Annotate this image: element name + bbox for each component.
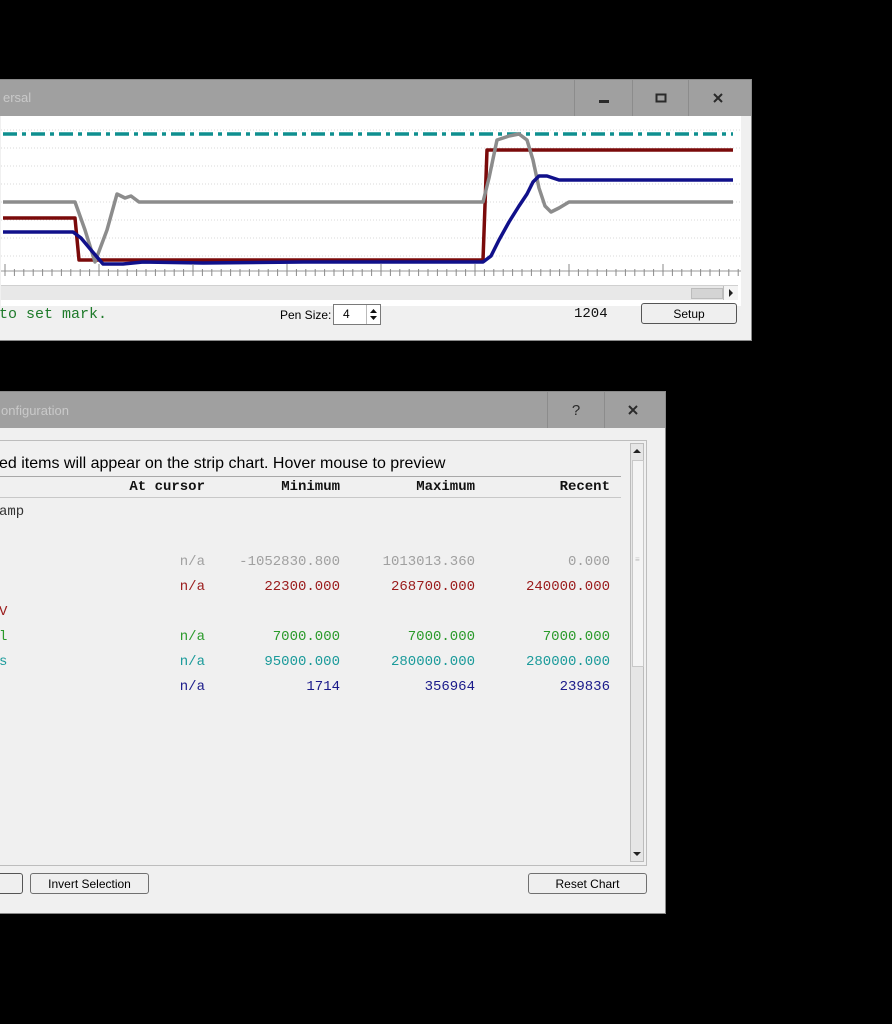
- row-value: n/a: [179, 654, 205, 670]
- column-header-maximum[interactable]: Maximum: [354, 479, 475, 495]
- invert-selection-button[interactable]: Invert Selection: [30, 873, 149, 894]
- minimize-button[interactable]: [574, 80, 632, 116]
- config-close-button[interactable]: [604, 392, 660, 428]
- config-title: onfiguration: [1, 403, 69, 418]
- reset-chart-button[interactable]: Reset Chart: [528, 873, 647, 894]
- row-value: 1013013.360: [382, 554, 475, 570]
- config-window: onfiguration ? ed items will appear on t…: [0, 391, 666, 914]
- row-value: -1052830.800: [239, 554, 340, 570]
- row-value: 240000.000: [525, 579, 610, 595]
- scrollbar-thumb[interactable]: ≡: [632, 460, 644, 667]
- row-value: 7000.000: [407, 629, 475, 645]
- heading-divider: [0, 476, 621, 477]
- config-vertical-scrollbar[interactable]: ≡: [630, 443, 644, 862]
- group-label[interactable]: amp: [0, 504, 24, 520]
- setup-button[interactable]: Setup: [641, 303, 737, 324]
- table-row[interactable]: V: [0, 604, 621, 626]
- select-button[interactable]: [0, 873, 23, 894]
- row-label: s: [0, 654, 7, 670]
- row-value: n/a: [179, 629, 205, 645]
- row-value: 22300.000: [264, 579, 340, 595]
- spinner-arrows-icon: [370, 309, 377, 320]
- pen-size-value[interactable]: 4: [343, 307, 350, 321]
- scroll-up-arrow[interactable]: [631, 444, 643, 458]
- row-value: 7000.000: [272, 629, 340, 645]
- strip-chart-title: ersal: [3, 90, 32, 105]
- table-row[interactable]: n/a 22300.000 268700.000 240000.000: [0, 579, 621, 601]
- column-header-minimum[interactable]: Minimum: [219, 479, 340, 495]
- row-value: n/a: [179, 579, 205, 595]
- grip-icon: ≡: [635, 555, 640, 564]
- row-value: 280000.000: [525, 654, 610, 670]
- series-line-2: [3, 132, 733, 264]
- close-button[interactable]: [688, 80, 746, 116]
- chart-time-axis: [1, 264, 741, 276]
- table-row[interactable]: l n/a 7000.000 7000.000 7000.000: [0, 629, 621, 651]
- strip-chart-window: ersal to set mark. Pen Size: 4 1204 Setu…: [0, 79, 752, 341]
- column-header-recent[interactable]: Recent: [489, 479, 610, 495]
- scroll-down-arrow[interactable]: [631, 847, 643, 861]
- row-label: V: [0, 604, 7, 620]
- row-value: 7000.000: [542, 629, 610, 645]
- strip-chart-titlebar[interactable]: ersal: [0, 80, 751, 116]
- arrow-down-icon: [633, 852, 641, 856]
- row-value: 239836: [559, 679, 610, 695]
- row-value: n/a: [179, 679, 205, 695]
- cursor-value: 1204: [574, 306, 608, 322]
- spinner-buttons[interactable]: [366, 305, 380, 324]
- strip-chart[interactable]: [1, 116, 741, 306]
- table-row[interactable]: s n/a 95000.000 280000.000 280000.000: [0, 654, 621, 676]
- row-value: 280000.000: [390, 654, 475, 670]
- row-value: n/a: [179, 554, 205, 570]
- row-value: 1714: [306, 679, 340, 695]
- help-button[interactable]: ?: [547, 392, 604, 428]
- chart-horizontal-scrollbar[interactable]: [1, 285, 738, 300]
- row-value: 268700.000: [390, 579, 475, 595]
- table-row[interactable]: n/a -1052830.800 1013013.360 0.000: [0, 554, 621, 576]
- close-icon: [627, 405, 638, 415]
- close-icon: [712, 93, 723, 103]
- header-divider: [0, 497, 621, 498]
- arrow-right-icon: [729, 289, 733, 297]
- status-text: to set mark.: [0, 306, 108, 323]
- pen-size-label: Pen Size:: [280, 308, 332, 322]
- arrow-up-icon: [633, 449, 641, 453]
- table-row[interactable]: n/a 1714 356964 239836: [0, 679, 621, 701]
- maximize-icon: [655, 93, 666, 103]
- config-heading: ed items will appear on the strip chart.…: [0, 455, 446, 472]
- row-value: 95000.000: [264, 654, 340, 670]
- help-icon: ?: [571, 401, 581, 419]
- config-titlebar[interactable]: onfiguration ?: [0, 392, 665, 428]
- chart-series-group: [3, 132, 733, 266]
- scroll-right-arrow[interactable]: [723, 286, 738, 300]
- row-label: l: [0, 629, 7, 645]
- row-value: 0.000: [567, 554, 610, 570]
- minimize-icon: [598, 100, 609, 103]
- config-list-panel: ed items will appear on the strip chart.…: [0, 440, 647, 866]
- scrollbar-thumb[interactable]: [691, 288, 723, 299]
- pen-size-spinner[interactable]: 4: [333, 304, 381, 325]
- maximize-button[interactable]: [632, 80, 688, 116]
- row-value: 356964: [424, 679, 475, 695]
- column-header-at-cursor[interactable]: At cursor: [89, 479, 205, 495]
